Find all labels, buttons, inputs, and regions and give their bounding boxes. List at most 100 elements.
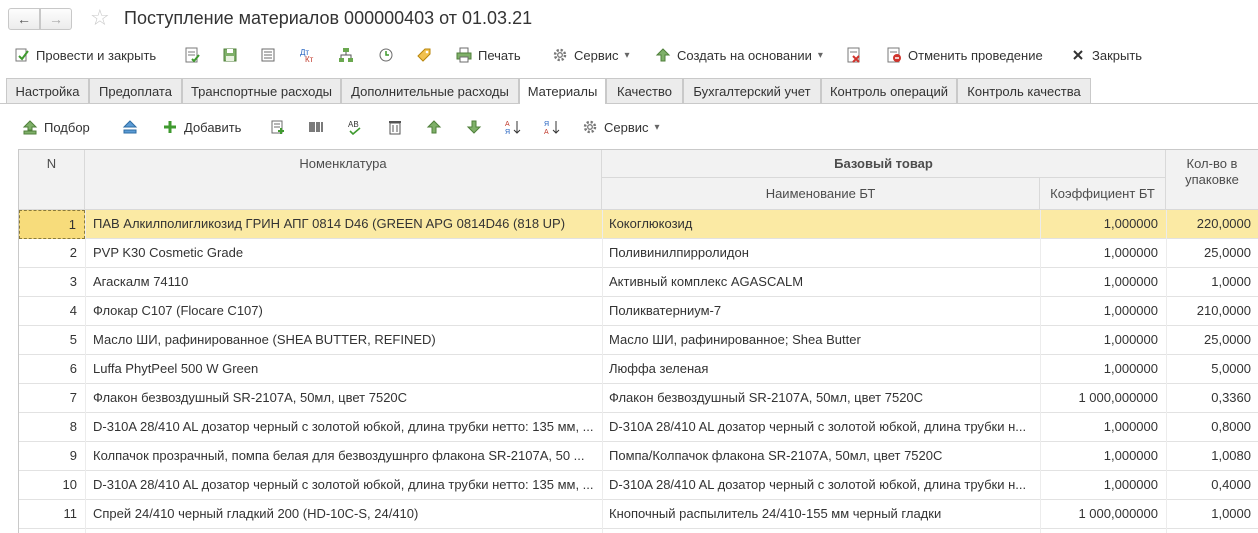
close-button[interactable]: Закрыть — [1070, 42, 1142, 68]
cell-nomenclature[interactable]: PVP K30 Cosmetic Grade — [85, 239, 602, 268]
cell-base-name[interactable]: Поливинилпирролидон — [602, 239, 1040, 268]
tab-additional-costs[interactable]: Дополнительные расходы — [341, 78, 519, 103]
cell-n[interactable]: 6 — [19, 355, 85, 384]
cell-qty-per-pack[interactable]: 25,0000 — [1166, 239, 1258, 268]
cell-base-name[interactable]: D-310A 28/410 AL дозатор черный с золото… — [602, 471, 1040, 500]
sort-asc-button[interactable]: АЯ — [505, 114, 521, 140]
cell-base-name[interactable]: Кокоглюкозид — [602, 210, 1040, 239]
cell-qty-per-pack[interactable]: 5,0000 — [1166, 355, 1258, 384]
hierarchy-button[interactable] — [338, 42, 354, 68]
cell-n[interactable]: 9 — [19, 442, 85, 471]
table-row[interactable]: 3 Агаскалм 74110 Активный комплекс AGASCAL… — [19, 268, 1258, 297]
report-button[interactable] — [846, 42, 862, 68]
cell-base-name[interactable]: Масло ШИ, рафинированное; Shea Butter — [602, 326, 1040, 355]
table-row[interactable]: 9 Колпачок прозрачный, помпа белая для бе… — [19, 442, 1258, 471]
cell-base-coef[interactable]: 1,000000 — [1040, 210, 1166, 239]
cell-nomenclature[interactable]: D-310A 28/410 AL дозатор черный с золото… — [85, 471, 602, 500]
tab-prepayment[interactable]: Предоплата — [89, 78, 182, 103]
cell-nomenclature[interactable]: Масло ШИ, рафинированное (SHEA BUTTER, R… — [85, 326, 602, 355]
table-row[interactable]: 5 Масло ШИ, рафинированное (SHEA BUTTER, … — [19, 326, 1258, 355]
column-header-qty-per-pack[interactable]: Кол-во в упаковке — [1166, 150, 1258, 210]
cell-nomenclature[interactable]: Колпачок прозрачный, помпа белая для без… — [85, 442, 602, 471]
cell-base-coef[interactable]: 1,000000 — [1040, 471, 1166, 500]
cell-base-coef[interactable]: 1,000000 — [1040, 413, 1166, 442]
post-and-close-button[interactable]: Провести и закрыть — [14, 42, 156, 68]
tab-accounting[interactable]: Бухгалтерский учет — [683, 78, 821, 103]
table-service-menu-button[interactable]: Сервис ▾ — [582, 114, 660, 140]
cell-base-coef[interactable]: 1,000000 — [1040, 239, 1166, 268]
cell-base-coef[interactable]: 1,000000 — [1040, 442, 1166, 471]
tab-quality-control[interactable]: Контроль качества — [957, 78, 1091, 103]
cell-base-coef[interactable]: 1,000000 — [1040, 355, 1166, 384]
service-menu-button[interactable]: Сервис ▾ — [552, 42, 630, 68]
spelling-button[interactable]: AB — [347, 114, 363, 140]
cell-nomenclature[interactable]: Luffa PhytPeel 500 W Green — [85, 355, 602, 384]
cell-nomenclature[interactable]: Флокар С107 (Flocare C107) — [85, 297, 602, 326]
cell-n[interactable]: 2 — [19, 239, 85, 268]
table-row[interactable]: 4 Флокар С107 (Flocare C107) Поликватерниу… — [19, 297, 1258, 326]
copy-row-button[interactable] — [270, 114, 286, 140]
cell-base-name[interactable]: Кнопочный распылитель 24/410-155 мм черн… — [602, 500, 1040, 529]
cell-qty-per-pack[interactable]: 0,3360 — [1166, 384, 1258, 413]
cell-base-coef[interactable]: 1 000,000000 — [1040, 384, 1166, 413]
print-button[interactable]: Печать — [456, 42, 521, 68]
column-header-base-coef[interactable]: Коэффициент БТ — [1040, 178, 1166, 210]
cell-qty-per-pack[interactable]: 220,0000 — [1166, 210, 1258, 239]
pick-button[interactable]: Подбор — [22, 114, 90, 140]
history-button[interactable] — [378, 42, 394, 68]
cell-n[interactable]: 3 — [19, 268, 85, 297]
forward-button[interactable]: → — [40, 8, 72, 30]
cell-base-name[interactable]: Поликватерниум-7 — [602, 297, 1040, 326]
table-row[interactable]: 1 ПАВ Алкилполигликозид ГРИН АПГ 0814 D46… — [19, 210, 1258, 239]
cell-nomenclature[interactable]: ПАВ Алкилполигликозид ГРИН АПГ 0814 D46 … — [85, 210, 602, 239]
tab-quality[interactable]: Качество — [606, 78, 683, 103]
table-row[interactable]: 8 D-310A 28/410 AL дозатор черный с золот… — [19, 413, 1258, 442]
cell-base-name[interactable]: Помпа/Колпачок флакона SR-2107A, 50мл, ц… — [602, 442, 1040, 471]
cell-qty-per-pack[interactable]: 0,4000 — [1166, 471, 1258, 500]
table-row[interactable]: 10 D-310A 28/410 AL дозатор черный с золо… — [19, 471, 1258, 500]
create-based-on-button[interactable]: Создать на основании ▾ — [655, 42, 823, 68]
table-row[interactable]: 11 Спрей 24/410 черный гладкий 200 (HD-10… — [19, 500, 1258, 529]
cell-n[interactable]: 10 — [19, 471, 85, 500]
cell-qty-per-pack[interactable]: 0,8000 — [1166, 413, 1258, 442]
barcode-button[interactable] — [308, 114, 324, 140]
move-down-button[interactable] — [466, 114, 482, 140]
tab-transport-costs[interactable]: Транспортные расходы — [182, 78, 341, 103]
cell-base-name[interactable]: D-310A 28/410 AL дозатор черный с золото… — [602, 413, 1040, 442]
cell-n[interactable]: 11 — [19, 500, 85, 529]
cell-base-coef[interactable]: 1 000,000000 — [1040, 500, 1166, 529]
back-button[interactable]: ← — [8, 8, 40, 30]
tab-operations-control[interactable]: Контроль операций — [821, 78, 957, 103]
add-row-button[interactable]: Добавить — [162, 114, 241, 140]
cell-qty-per-pack[interactable]: 210,0000 — [1166, 297, 1258, 326]
cell-n[interactable]: 1 — [19, 210, 85, 239]
cell-nomenclature[interactable]: D-310A 28/410 AL дозатор черный с золото… — [85, 413, 602, 442]
post-button[interactable] — [184, 42, 200, 68]
cell-qty-per-pack[interactable]: 1,0000 — [1166, 500, 1258, 529]
column-header-n[interactable]: N — [19, 150, 85, 210]
delete-row-button[interactable] — [387, 114, 403, 140]
table-row[interactable]: 2 PVP K30 Cosmetic Grade Поливинилпирролид… — [19, 239, 1258, 268]
cell-n[interactable]: 8 — [19, 413, 85, 442]
column-header-nomenclature[interactable]: Номенклатура — [85, 150, 602, 210]
tab-materials[interactable]: Материалы — [519, 78, 606, 104]
table-row[interactable]: 6 Luffa PhytPeel 500 W Green Люффа зеленая… — [19, 355, 1258, 384]
cell-qty-per-pack[interactable]: 1,0000 — [1166, 268, 1258, 297]
column-header-base-name[interactable]: Наименование БТ — [602, 178, 1040, 210]
cell-n[interactable]: 4 — [19, 297, 85, 326]
cell-qty-per-pack[interactable]: 1,0080 — [1166, 442, 1258, 471]
cell-nomenclature[interactable]: Флакон безвоздушный SR-2107A, 50мл, цвет… — [85, 384, 602, 413]
cell-nomenclature[interactable]: Спрей 24/410 черный гладкий 200 (HD-10C-… — [85, 500, 602, 529]
structure-button[interactable] — [260, 42, 276, 68]
move-up-button[interactable] — [426, 114, 442, 140]
cell-base-name[interactable]: Активный комплекс AGASCALM — [602, 268, 1040, 297]
cell-n[interactable]: 5 — [19, 326, 85, 355]
cell-base-coef[interactable]: 1,000000 — [1040, 297, 1166, 326]
favorite-star-icon[interactable]: ☆ — [90, 6, 110, 30]
cell-qty-per-pack[interactable]: 25,0000 — [1166, 326, 1258, 355]
cell-base-coef[interactable]: 1,000000 — [1040, 268, 1166, 297]
cell-base-name[interactable]: Люффа зеленая — [602, 355, 1040, 384]
upload-button[interactable] — [122, 114, 138, 140]
save-button[interactable] — [222, 42, 238, 68]
tag-button[interactable] — [416, 42, 432, 68]
